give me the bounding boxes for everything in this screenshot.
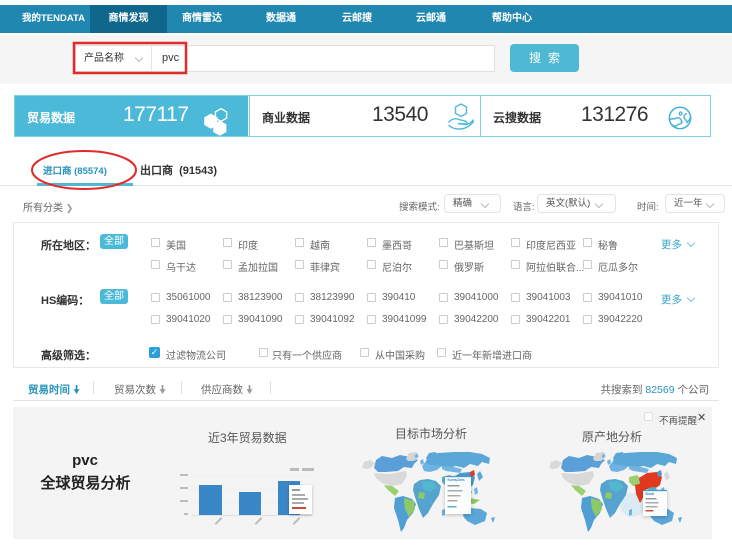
svg-text:Korea,Dem.: Korea,Dem. [448,478,466,482]
svg-text:Brazil: Brazil [646,492,655,496]
